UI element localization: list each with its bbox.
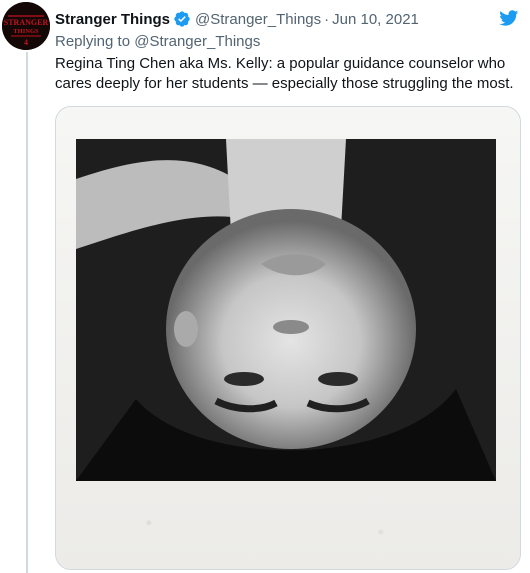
user-handle[interactable]: @Stranger_Things	[195, 11, 321, 28]
svg-text:4: 4	[24, 38, 28, 47]
tweet-date[interactable]: Jun 10, 2021	[332, 11, 419, 28]
header-separator: ·	[324, 10, 330, 28]
tweet-header: Stranger Things @Stranger_Things · Jun 1…	[55, 9, 520, 29]
replying-to: Replying to @Stranger_Things	[55, 33, 260, 50]
stranger-things-logo-icon: STRANGER THINGS 4	[2, 2, 50, 50]
portrait-photo	[76, 139, 496, 481]
twitter-bird-icon[interactable]	[497, 8, 520, 28]
avatar[interactable]: STRANGER THINGS 4	[2, 2, 50, 50]
svg-text:STRANGER: STRANGER	[4, 18, 49, 27]
replying-to-mention[interactable]: @Stranger_Things	[134, 33, 260, 50]
display-name[interactable]: Stranger Things	[55, 11, 170, 28]
tweet-text: Regina Ting Chen aka Ms. Kelly: a popula…	[55, 55, 514, 92]
verified-badge-icon	[173, 10, 191, 28]
svg-text:THINGS: THINGS	[13, 28, 39, 35]
thread-connector-line	[26, 52, 28, 573]
tweet-media-photo[interactable]	[55, 106, 521, 570]
replying-to-label: Replying to	[55, 33, 131, 50]
